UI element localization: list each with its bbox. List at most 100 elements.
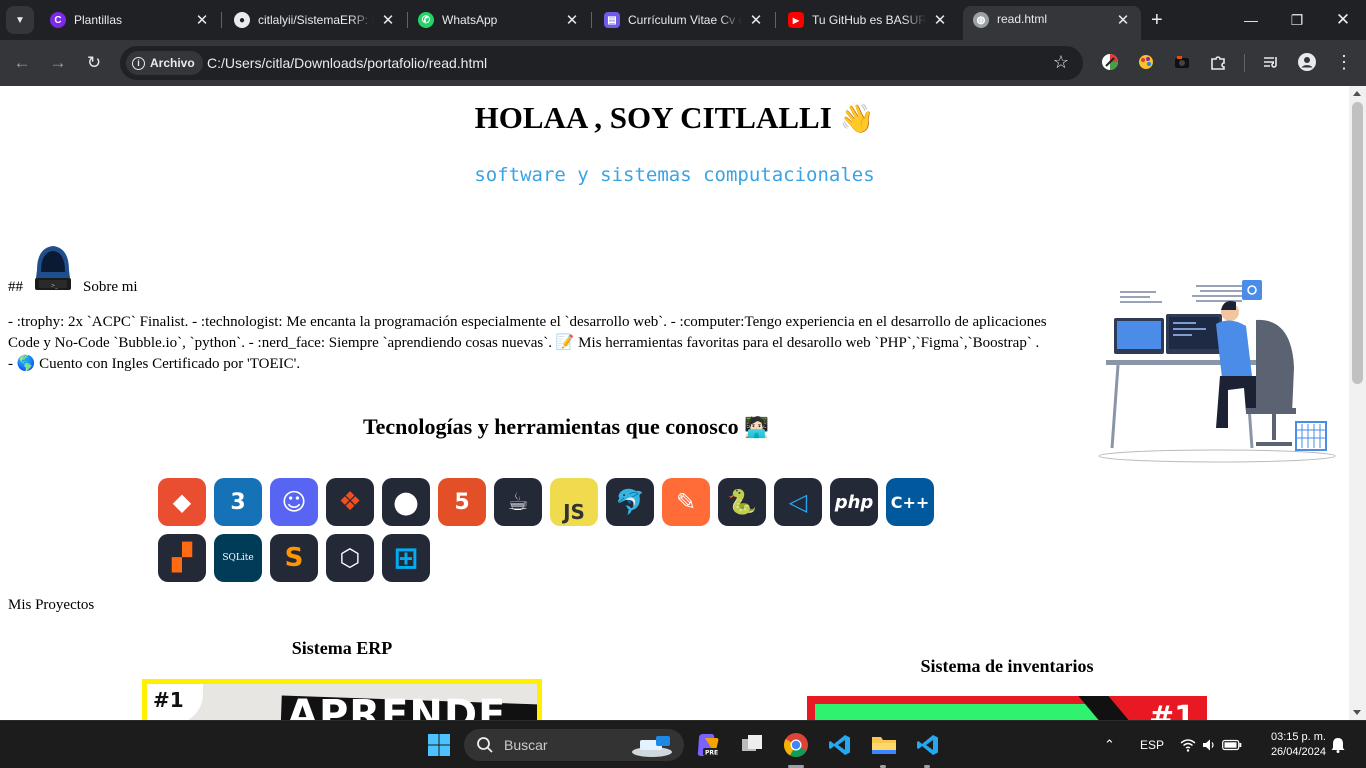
restore-icon: ❐ [1290, 11, 1304, 28]
bubble-icon: ▞ [158, 534, 206, 582]
plus-icon: + [1151, 9, 1163, 31]
project-title-inventarios: Sistema de inventarios [920, 656, 1094, 676]
scroll-down-icon[interactable] [1353, 710, 1361, 715]
tab-youtube[interactable]: ▶ Tu GitHub es BASURA ✕ [778, 6, 958, 34]
php-icon: php [830, 478, 878, 526]
mysql-glyph: 🐬 [615, 488, 645, 516]
figma-glyph: ❖ [338, 487, 362, 517]
info-icon: i [132, 56, 145, 70]
hacker-avatar-icon: >_ [35, 246, 71, 290]
tab-whatsapp[interactable]: ✆ WhatsApp ✕ [408, 6, 590, 34]
project-thumbnail-erp[interactable]: #1 APRENDE [142, 679, 542, 720]
chrome-taskbar-icon[interactable] [780, 729, 812, 761]
tab-title: Plantillas [74, 13, 123, 27]
close-icon[interactable]: ✕ [380, 12, 396, 29]
cplusplus-icon: C++ [886, 478, 934, 526]
search-icon [477, 737, 493, 753]
more-menu-icon[interactable]: ⋮ [1333, 51, 1355, 73]
close-icon[interactable]: ✕ [748, 12, 764, 29]
language-indicator[interactable]: ESP [1140, 721, 1164, 768]
reload-icon: ↻ [86, 53, 102, 72]
tab-sistema-erp[interactable]: ● citlalyii/SistemaERP: S ✕ [224, 6, 406, 34]
chevron-down-icon: ▼ [15, 14, 25, 26]
tab-search-button[interactable]: ▼ [6, 6, 34, 34]
reading-list-icon[interactable] [1260, 51, 1282, 73]
file-explorer-icon[interactable] [868, 729, 900, 761]
tab-curriculum[interactable]: ▤ Currículum Vitae Cv c ✕ [594, 6, 774, 34]
extensions-puzzle-icon[interactable] [1207, 51, 1229, 73]
postman-glyph: ✎ [675, 488, 697, 516]
show-hidden-icons-button[interactable]: ⌃ [1104, 721, 1115, 768]
extension-colorful-icon[interactable] [1099, 51, 1121, 73]
canva-icon: C [50, 12, 66, 28]
taskbar-search[interactable]: Buscar [464, 729, 684, 761]
unity-icon: ⬡ [326, 534, 374, 582]
sublime-glyph: S [284, 543, 304, 573]
page-scrollbar[interactable] [1349, 86, 1366, 720]
copilot-taskbar-icon[interactable]: PRE [692, 729, 724, 761]
search-placeholder: Buscar [504, 737, 548, 753]
svg-text:PRE: PRE [705, 750, 718, 757]
address-bar[interactable]: i Archivo C:/Users/citla/Downloads/porta… [120, 46, 1083, 80]
bookmark-star-icon[interactable]: ☆ [1053, 52, 1069, 73]
css3-glyph: 3 [230, 489, 246, 515]
vscode-taskbar-icon-2[interactable] [912, 729, 944, 761]
close-icon[interactable]: ✕ [564, 12, 580, 29]
scroll-up-icon[interactable] [1353, 91, 1361, 96]
java-icon: ☕ [494, 478, 542, 526]
task-view-icon[interactable] [736, 729, 768, 761]
tab-title: Currículum Vitae Cv c [628, 13, 742, 27]
tab-divider [775, 12, 776, 28]
back-button[interactable]: ← [10, 51, 34, 75]
extension-palette-icon[interactable] [1135, 51, 1157, 73]
python-glyph: 🐍 [727, 488, 757, 516]
youtube-icon: ▶ [788, 12, 804, 28]
minimize-icon: — [1244, 12, 1258, 28]
vscode-taskbar-icon[interactable] [824, 729, 856, 761]
extension-camera-icon[interactable] [1171, 51, 1193, 73]
whatsapp-icon: ✆ [418, 12, 434, 28]
start-button[interactable] [423, 729, 455, 761]
close-icon[interactable]: ✕ [194, 12, 210, 29]
restore-button[interactable]: ❐ [1274, 0, 1320, 40]
minimize-button[interactable]: — [1228, 0, 1274, 40]
system-clock[interactable]: 03:15 p. m. 26/04/2024 [1256, 730, 1326, 760]
project-title-erp: Sistema ERP [291, 638, 393, 658]
cv-icon: ▤ [604, 12, 620, 28]
site-info-chip[interactable]: i Archivo [126, 51, 203, 75]
tab-title: WhatsApp [442, 13, 498, 27]
close-icon[interactable]: ✕ [932, 12, 948, 29]
cplusplus-glyph: C++ [890, 492, 930, 512]
java-glyph: ☕ [507, 488, 529, 516]
forward-button[interactable]: → [46, 51, 70, 75]
chevron-up-icon: ⌃ [1104, 737, 1115, 752]
notifications-button[interactable] [1331, 721, 1345, 768]
git-glyph: ◆ [172, 488, 192, 516]
reload-button[interactable]: ↻ [82, 51, 106, 75]
bio-paragraph: - :trophy: 2x `ACPC` Finalist. - :techno… [8, 314, 1047, 372]
project-thumbnail-inventarios[interactable]: #1 [807, 696, 1207, 720]
profile-avatar-icon[interactable] [1296, 51, 1318, 73]
close-icon[interactable]: ✕ [1115, 12, 1131, 29]
tech-title-text: Tecnologías y herramientas que conosco [362, 414, 739, 439]
tech-section-title: Tecnologías y herramientas que conosco 🧑… [0, 414, 1132, 440]
tab-plantillas[interactable]: C Plantillas ✕ [40, 6, 220, 34]
globe-icon: ◍ [973, 12, 989, 28]
tech-row: ◆ 3 ☺ ❖ ● 5 ☕ JS 🐬 ✎ 🐍 ◁ php C++ [158, 478, 958, 526]
scrollbar-thumb[interactable] [1352, 102, 1363, 384]
tab-title: citlalyii/SistemaERP: S [258, 13, 374, 27]
quick-settings[interactable] [1180, 721, 1242, 768]
tech-icon-grid: ◆ 3 ☺ ❖ ● 5 ☕ JS 🐬 ✎ 🐍 ◁ php C++ ▞ SQLite S ⬡ ⊞ [158, 478, 958, 590]
close-window-button[interactable]: ✕ [1320, 0, 1366, 40]
unity-glyph: ⬡ [339, 544, 361, 572]
git-icon: ◆ [158, 478, 206, 526]
discord-glyph: ☺ [281, 488, 307, 516]
new-tab-button[interactable]: + [1151, 10, 1163, 30]
banner-text: APRENDE [287, 692, 507, 720]
site-info-label: Archivo [150, 56, 195, 70]
bubble-glyph: ▞ [172, 543, 192, 573]
tab-read-html[interactable]: ◍ read.html ✕ [963, 6, 1141, 40]
url-text[interactable]: C:/Users/citla/Downloads/portafolio/read… [207, 55, 487, 71]
windows-icon: ⊞ [382, 534, 430, 582]
technologist-icon: 🧑🏻‍💻 [744, 417, 770, 439]
